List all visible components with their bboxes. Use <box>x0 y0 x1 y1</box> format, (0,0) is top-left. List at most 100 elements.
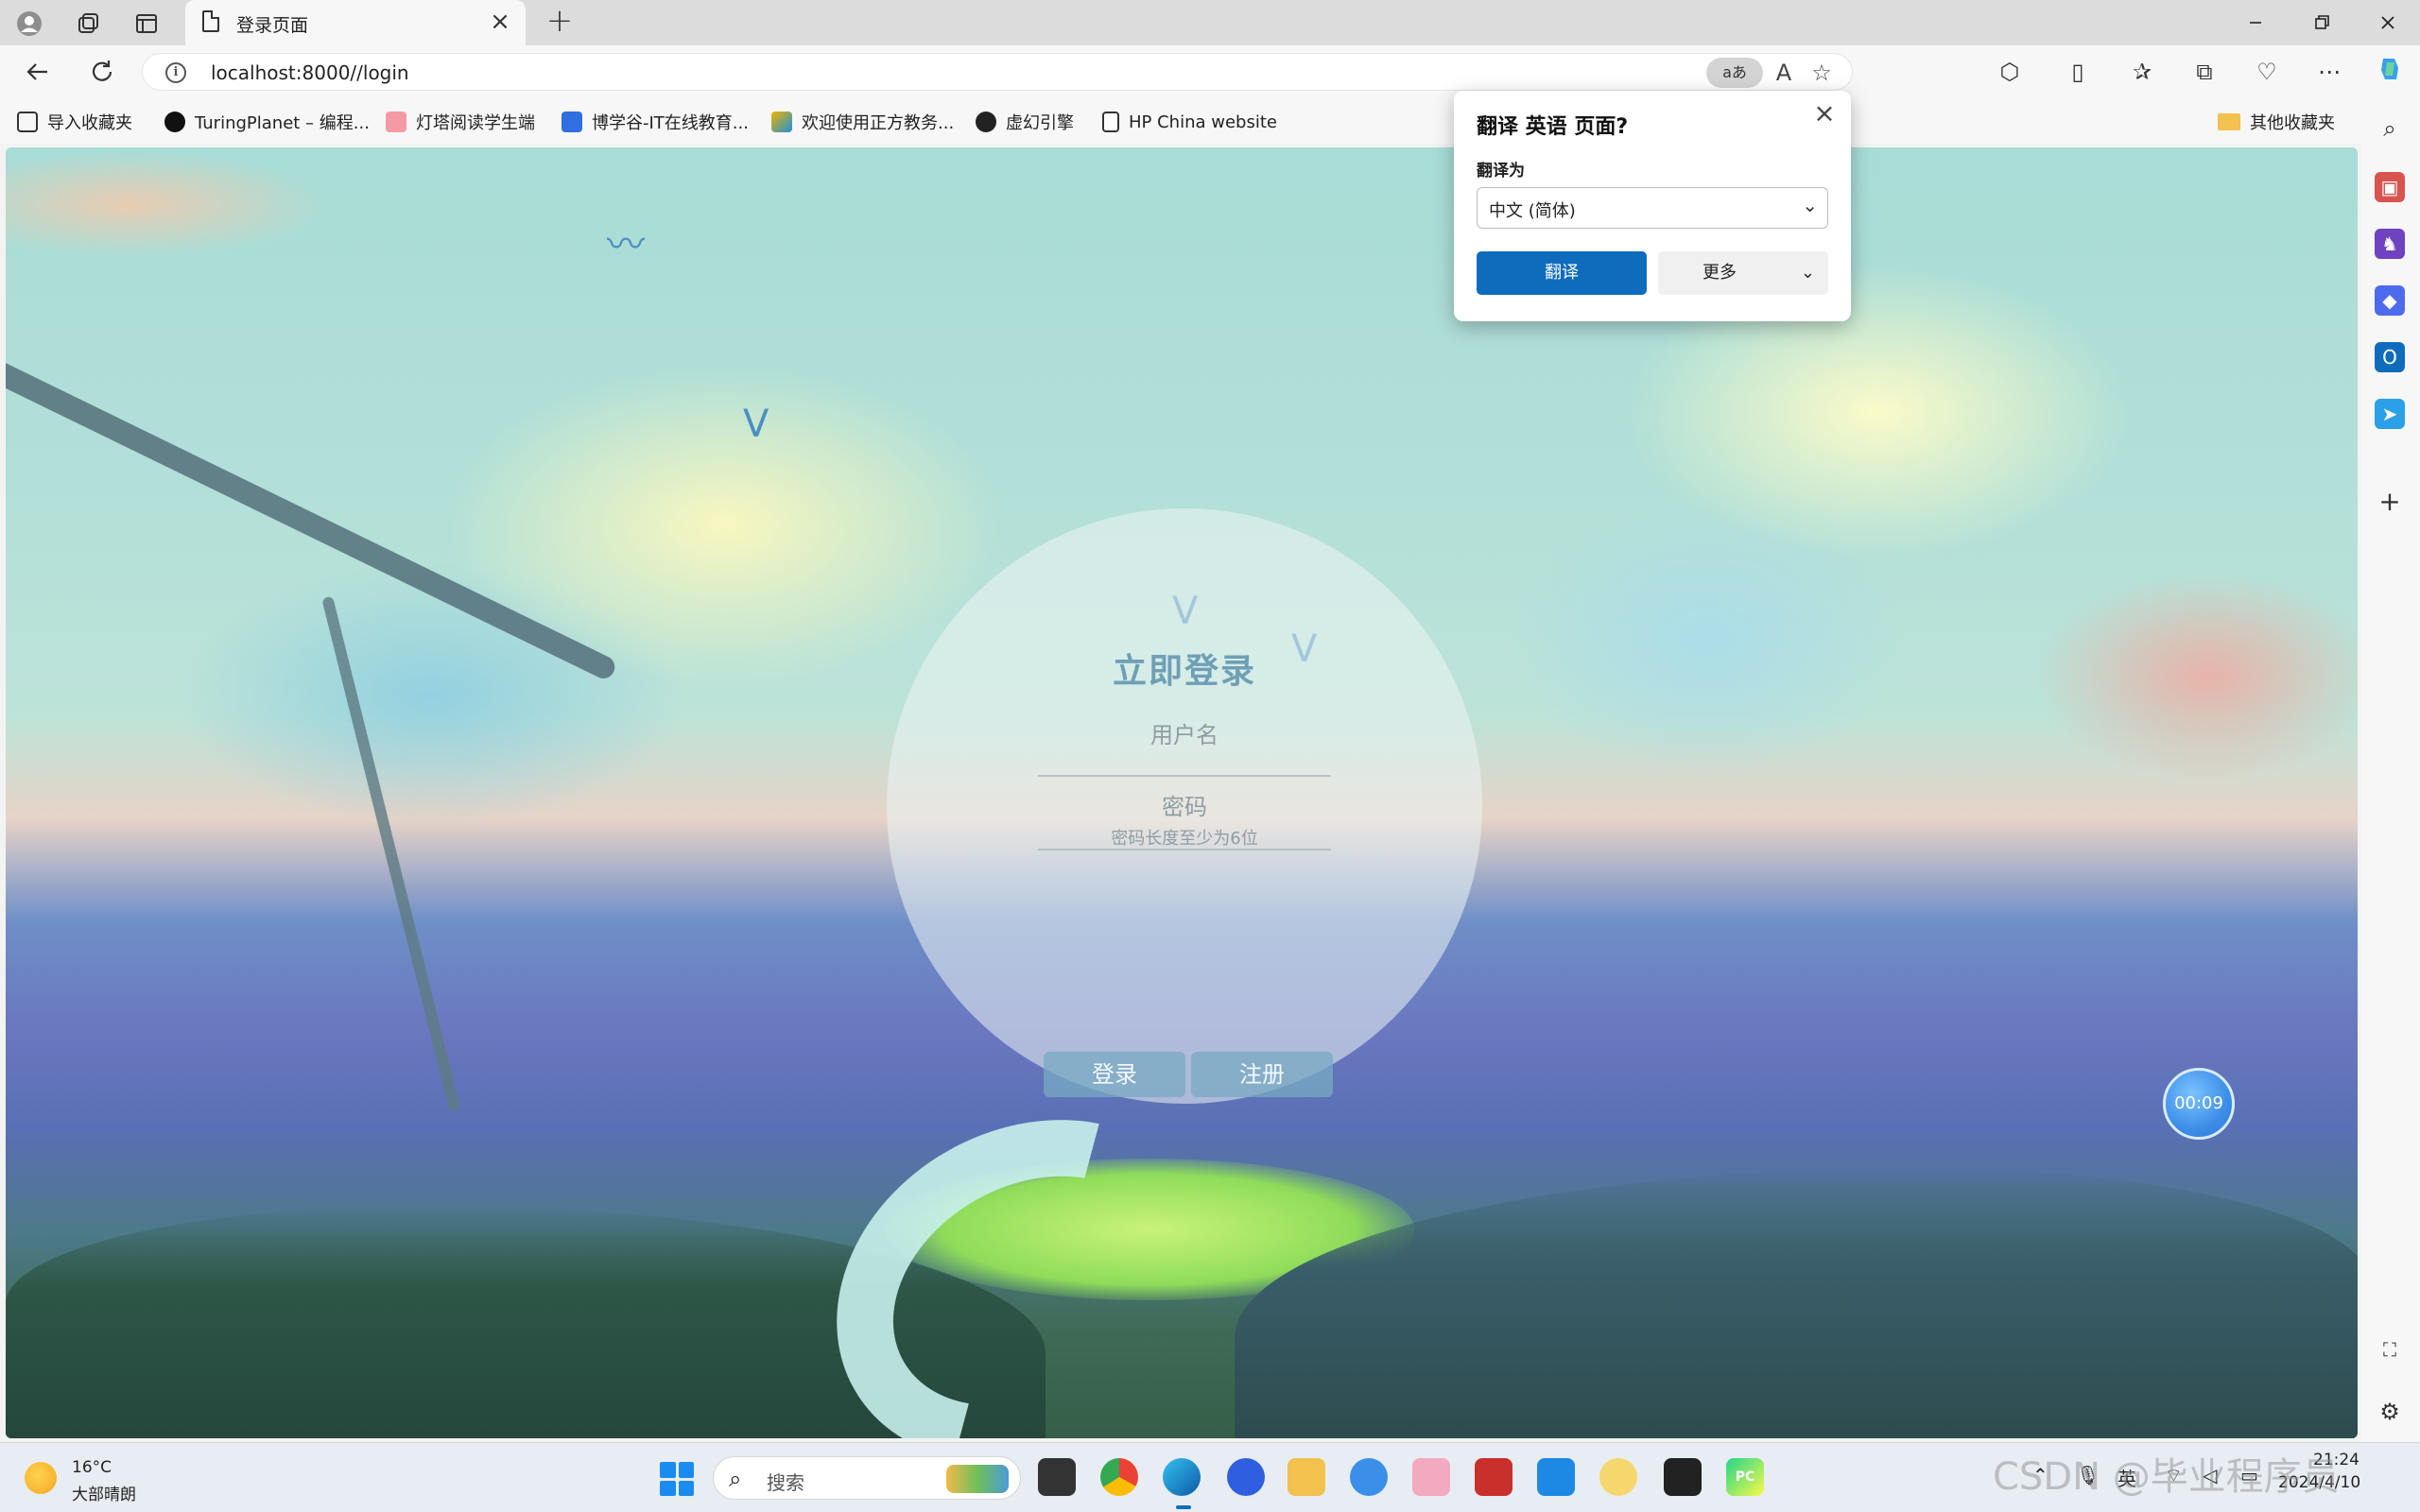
chrome-icon[interactable] <box>1100 1458 1138 1496</box>
bookmark-zhengfang[interactable]: 欢迎使用正方教务... <box>771 110 954 134</box>
bookmarks-bar: 导入收藏夹 TuringPlanet – 编程... 灯塔阅读学生端 博学谷-I… <box>0 100 2420 144</box>
page-background: 〰 ᐯ ᐯ ᐯ 立即登录 用户名 密码 密码长度至少为6位 登录 注册 00:0… <box>6 147 2358 1438</box>
microsoft365-icon[interactable]: ◆ <box>2375 285 2405 316</box>
games-icon[interactable]: ♞ <box>2375 229 2405 259</box>
character-app-icon[interactable] <box>1412 1458 1450 1496</box>
login-form: 立即登录 用户名 密码 密码长度至少为6位 登录 注册 <box>887 508 1482 1104</box>
edge-icon[interactable] <box>1163 1458 1201 1496</box>
translate-button[interactable]: 翻译 <box>1477 251 1647 295</box>
search-icon[interactable]: ⌕ <box>2375 113 2405 144</box>
close-window-button[interactable] <box>2358 0 2418 45</box>
red-app-icon[interactable] <box>1475 1458 1512 1496</box>
screenshot-icon[interactable]: ⛶ <box>2375 1334 2405 1365</box>
more-button-label: 更多 <box>1703 263 1737 283</box>
password-placeholder: 密码 <box>1162 794 1207 820</box>
tab-title: 登录页面 <box>236 15 309 36</box>
tree-branch <box>321 595 461 1112</box>
target-language-value: 中文 (简体) <box>1489 201 1576 221</box>
page-icon <box>1102 112 1119 132</box>
register-button[interactable]: 注册 <box>1191 1052 1333 1097</box>
app-icon-blue-circle[interactable] <box>1227 1458 1265 1496</box>
chevron-down-icon: ⌄ <box>1802 194 1818 216</box>
tools-icon[interactable]: ▣ <box>2375 172 2405 202</box>
tab-login-page[interactable]: 登录页面 × <box>185 0 526 45</box>
read-aloud-icon[interactable]: A <box>1769 58 1799 88</box>
target-language-label: 翻译为 <box>1477 162 1525 180</box>
refresh-button[interactable] <box>83 53 121 91</box>
blue-app-icon[interactable] <box>1537 1458 1575 1496</box>
csdn-watermark: CSDN @毕业程序员 <box>1993 1455 2340 1499</box>
username-field[interactable]: 用户名 <box>1038 716 1331 777</box>
taskbar-search[interactable]: ⌕ 搜索 <box>713 1456 1021 1500</box>
favorite-star-icon[interactable]: ☆ <box>1806 58 1837 88</box>
bookmark-hp[interactable]: HP China website <box>1102 110 1277 134</box>
task-view-icon[interactable] <box>1038 1458 1076 1496</box>
profile-icon[interactable] <box>13 8 45 40</box>
back-button[interactable] <box>19 53 57 91</box>
bookmark-label: 博学谷-IT在线教育... <box>592 113 749 133</box>
bookmark-label: TuringPlanet – 编程... <box>195 113 370 133</box>
minimize-button[interactable] <box>2225 0 2286 45</box>
workspaces-icon[interactable] <box>72 8 104 40</box>
bird-icon: 〰 <box>607 223 645 266</box>
lighthouse-icon <box>386 112 406 132</box>
yellow-app-icon[interactable] <box>1599 1458 1637 1496</box>
extensions-icon[interactable]: ⬡ <box>1993 55 2027 89</box>
url-text[interactable]: localhost:8000//login <box>211 61 409 84</box>
chevron-down-icon: ⌄ <box>1800 263 1815 283</box>
favorites-icon[interactable]: ✰ <box>2125 55 2159 89</box>
windows-start-icon[interactable] <box>660 1462 694 1496</box>
popup-title: 翻译 英语 页面? <box>1477 115 1629 139</box>
boxuegu-icon <box>562 112 582 132</box>
other-bookmarks-label: 其他收藏夹 <box>2250 113 2335 133</box>
address-bar[interactable]: i localhost:8000//login aあ A ☆ <box>142 53 1853 91</box>
browser-essentials-icon[interactable]: ♡ <box>2250 55 2284 89</box>
new-tab-button[interactable]: + <box>543 5 577 40</box>
close-tab-icon[interactable]: × <box>486 8 514 36</box>
add-icon[interactable]: + <box>2375 486 2405 517</box>
login-button[interactable]: 登录 <box>1044 1052 1185 1097</box>
bookmark-lighthouse[interactable]: 灯塔阅读学生端 <box>386 110 535 134</box>
password-field[interactable]: 密码 密码长度至少为6位 <box>1038 788 1331 850</box>
tab-actions-icon[interactable] <box>130 8 163 40</box>
title-bar: 登录页面 × + <box>0 0 2420 45</box>
chat-icon[interactable] <box>1350 1458 1388 1496</box>
qq-icon[interactable] <box>1664 1458 1702 1496</box>
translate-icon[interactable]: aあ <box>1706 58 1763 88</box>
tree-branch <box>6 347 619 682</box>
bookmark-unreal[interactable]: 虚幻引擎 <box>976 110 1074 134</box>
bookmark-import[interactable]: 导入收藏夹 <box>17 110 132 134</box>
bookmark-boxuegu[interactable]: 博学谷-IT在线教育... <box>562 110 749 134</box>
more-menu-icon[interactable]: ⋯ <box>2312 55 2346 89</box>
file-explorer-icon[interactable] <box>1288 1458 1325 1496</box>
outlook-icon[interactable]: O <box>2375 342 2405 372</box>
more-button[interactable]: 更多 ⌄ <box>1658 251 1828 295</box>
pycharm-icon[interactable]: PC <box>1726 1458 1764 1496</box>
split-screen-icon[interactable]: ▯ <box>2061 55 2095 89</box>
page-icon <box>202 10 219 32</box>
temperature: 16°C <box>72 1458 112 1477</box>
copilot-icon[interactable] <box>2373 55 2407 89</box>
collections-icon[interactable]: ⧉ <box>2187 55 2221 89</box>
bookmark-label: 欢迎使用正方教务... <box>802 113 955 133</box>
edge-sidebar: ⌕ ▣ ♞ ◆ O ➤ + ⛶ ⚙ <box>2361 100 2420 1442</box>
restore-button[interactable] <box>2291 0 2352 45</box>
active-indicator <box>1176 1505 1191 1509</box>
bookmark-label: 虚幻引擎 <box>1006 113 1074 133</box>
search-placeholder: 搜索 <box>767 1471 804 1494</box>
folder-icon <box>2218 113 2240 130</box>
site-info-icon[interactable]: i <box>165 62 186 83</box>
target-language-select[interactable]: 中文 (简体) ⌄ <box>1477 187 1828 229</box>
floating-timer[interactable]: 00:09 <box>2163 1068 2235 1140</box>
bookmark-label: 灯塔阅读学生端 <box>416 113 535 133</box>
password-underline <box>1038 849 1331 850</box>
drop-icon[interactable]: ➤ <box>2375 399 2405 429</box>
bookmark-turingplanet[interactable]: TuringPlanet – 编程... <box>164 110 370 134</box>
settings-icon[interactable]: ⚙ <box>2375 1397 2405 1427</box>
search-icon: ⌕ <box>729 1466 742 1492</box>
close-icon[interactable]: × <box>1809 98 1840 129</box>
turingplanet-icon <box>164 112 185 132</box>
weather-condition: 大部晴朗 <box>72 1486 136 1504</box>
other-bookmarks-folder[interactable]: 其他收藏夹 <box>2218 110 2335 134</box>
weather-sun-icon <box>25 1462 57 1494</box>
